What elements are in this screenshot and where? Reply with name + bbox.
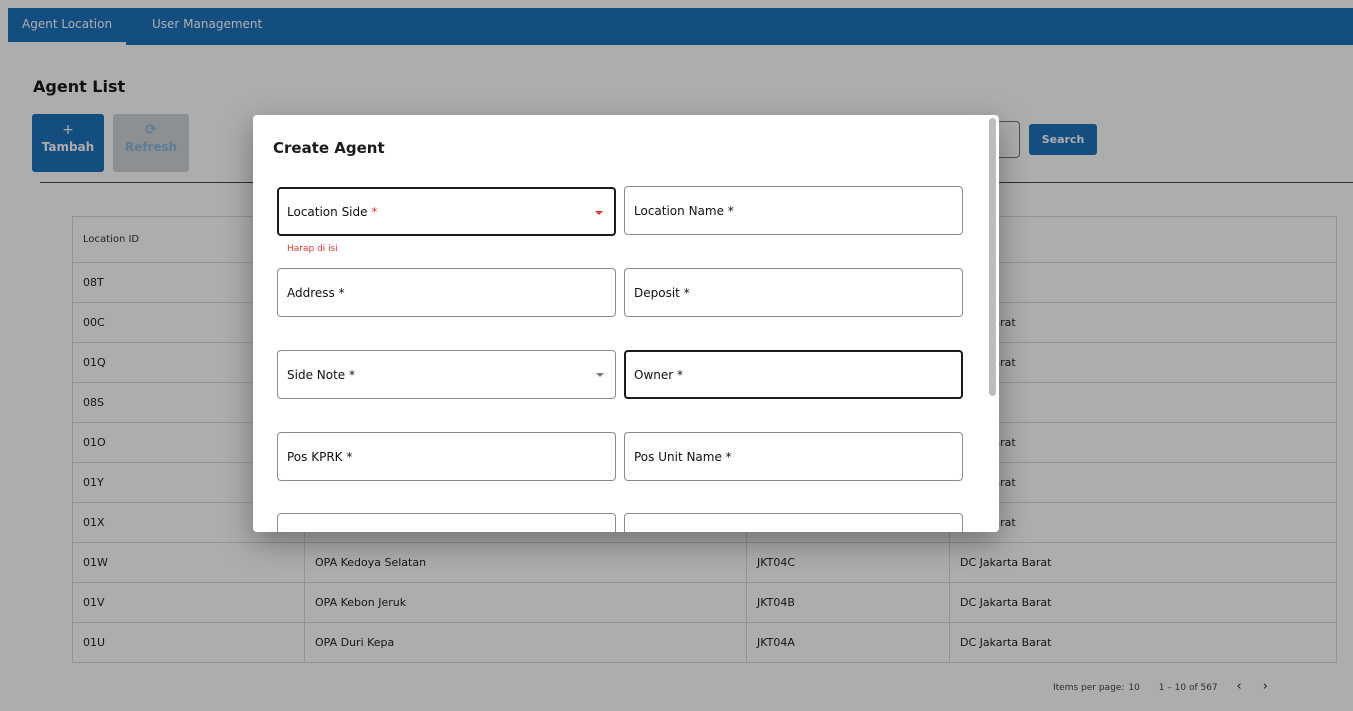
- chevron-down-icon: [595, 211, 603, 215]
- location-side-select[interactable]: Location Side *: [277, 187, 616, 236]
- location-name-label: Location Name *: [634, 204, 734, 218]
- location-side-error: Harap di isi: [287, 244, 338, 254]
- pos-unit-name-field[interactable]: Pos Unit Name *: [624, 432, 963, 481]
- owner-label: Owner *: [634, 368, 683, 382]
- location-side-label: Location Side *: [287, 205, 378, 219]
- pos-kprk-field[interactable]: Pos KPRK *: [277, 432, 616, 481]
- dialog-title: Create Agent: [273, 139, 385, 157]
- address-field[interactable]: Address *: [277, 268, 616, 317]
- dialog-scrollbar[interactable]: [989, 118, 996, 396]
- owner-field[interactable]: Owner *: [624, 350, 963, 399]
- deposit-label: Deposit *: [634, 286, 690, 300]
- deposit-field[interactable]: Deposit *: [624, 268, 963, 317]
- chevron-down-icon: [596, 373, 604, 377]
- location-name-field[interactable]: Location Name *: [624, 186, 963, 235]
- pos-unit-name-label: Pos Unit Name *: [634, 450, 732, 464]
- address-label: Address *: [287, 286, 345, 300]
- next-field-right[interactable]: [624, 513, 963, 532]
- next-field-left[interactable]: [277, 513, 616, 532]
- pos-kprk-label: Pos KPRK *: [287, 450, 353, 464]
- side-note-label: Side Note *: [287, 368, 355, 382]
- create-agent-dialog: Create Agent Location Side * Harap di is…: [253, 115, 999, 532]
- side-note-select[interactable]: Side Note *: [277, 350, 616, 399]
